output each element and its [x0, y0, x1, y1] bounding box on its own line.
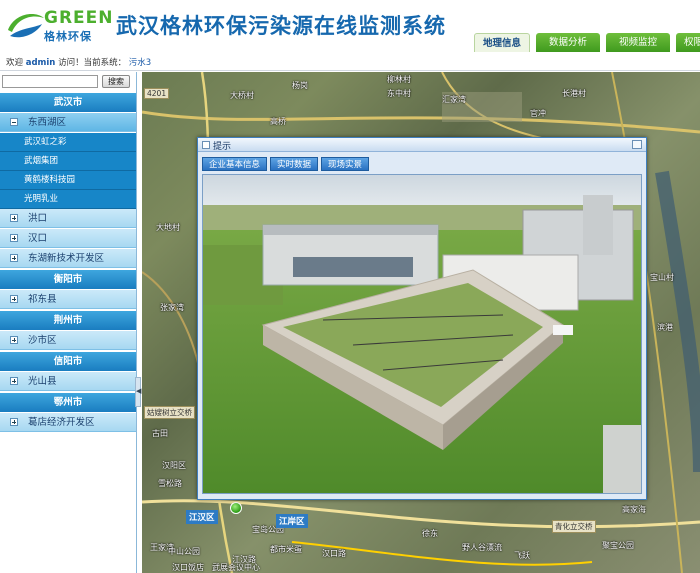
district-item-dongxihu[interactable]: 东西湖区	[0, 113, 136, 132]
expand-icon[interactable]	[10, 214, 18, 222]
logo: GREEN 格林环保	[6, 6, 113, 46]
tab-company-info[interactable]: 企业基本信息	[202, 157, 268, 171]
district-tag: 江岸区	[276, 514, 308, 528]
map-label: 长港村	[562, 89, 586, 98]
site-tree-sidebar: 搜索 武汉市 东西湖区 武汉虹之彩 武烟集团 黄鹤楼科技园 光明乳业 洪口 汉口…	[0, 72, 141, 573]
district-label: 汉口	[28, 233, 48, 244]
map-label: 滨港	[657, 323, 673, 332]
district-label: 葛店经济开发区	[28, 417, 95, 428]
site-item[interactable]: 武烟集团	[0, 152, 136, 171]
logo-swoosh-icon	[8, 14, 44, 38]
welcome-text: 欢迎 admin 访问！当前系统： 污水3	[6, 56, 151, 68]
system-title: 武汉格林环保污染源在线监测系统	[116, 14, 446, 38]
map-label: 宝山村	[650, 273, 674, 282]
map-road-label: 姑嫂树立交桥	[144, 406, 195, 419]
logo-text-en: GREEN	[44, 8, 114, 28]
treatment-plant-photo	[203, 175, 641, 493]
popup-title: 提示	[213, 142, 232, 152]
map-label: 高桥	[270, 117, 286, 126]
city-header-jingzhou[interactable]: 荆州市	[0, 311, 136, 330]
expand-icon[interactable]	[10, 254, 18, 262]
search-input[interactable]	[2, 75, 98, 88]
tab-video-monitor[interactable]: 视频监控	[606, 33, 670, 52]
sidebar-collapse-handle[interactable]: ◀	[135, 377, 141, 407]
site-item[interactable]: 武汉虹之彩	[0, 133, 136, 152]
district-item[interactable]: 汉口	[0, 229, 136, 248]
expand-icon[interactable]	[10, 377, 18, 385]
app-header: GREEN 格林环保 武汉格林环保污染源在线监测系统 地理信息 数据分析 视频监…	[0, 0, 700, 56]
main-nav-tabs: 地理信息 数据分析 视频监控 权限管	[474, 33, 700, 52]
close-icon[interactable]	[632, 140, 642, 149]
map-label: 杨岗	[292, 81, 308, 90]
monitoring-site-marker-icon[interactable]	[230, 502, 242, 514]
map-road-label: 青化立交桥	[552, 520, 596, 533]
district-label: 光山县	[28, 376, 57, 387]
map-label: 汉口路	[322, 549, 346, 558]
map-label: 徐东	[422, 529, 438, 538]
popup-tabs: 企业基本信息 实时数据 现场实景	[202, 157, 370, 171]
map-label: 野人谷漂流	[462, 543, 502, 552]
popup-titlebar[interactable]: 提示	[198, 138, 646, 152]
search-row: 搜索	[2, 75, 135, 89]
map-label: 柳林村	[387, 75, 411, 84]
welcome-prefix: 欢迎	[6, 58, 24, 68]
map-label: 都市米蛋	[270, 545, 302, 554]
map-label: 江汉路	[232, 555, 256, 564]
map-label: 大桥村	[230, 91, 254, 100]
district-label: 沙市区	[28, 335, 57, 346]
window-icon	[202, 141, 210, 149]
district-label: 东湖新技术开发区	[28, 253, 105, 264]
map-label: 张家湾	[160, 303, 184, 312]
tab-realtime-data[interactable]: 实时数据	[270, 157, 319, 171]
map-road-label: 4201	[144, 88, 170, 99]
expand-icon[interactable]	[10, 234, 18, 242]
map-label: 汉口饭店	[172, 563, 204, 572]
map-label: 汇家湾	[442, 95, 466, 104]
map-label: 大地村	[156, 223, 180, 232]
district-item[interactable]: 光山县	[0, 372, 136, 391]
district-item[interactable]: 沙市区	[0, 331, 136, 350]
site-item[interactable]: 黄鹤楼科技园	[0, 171, 136, 190]
district-item[interactable]: 洪口	[0, 209, 136, 228]
site-info-popup: 提示 企业基本信息 实时数据 现场实景	[197, 137, 647, 500]
district-label: 东西湖区	[28, 117, 67, 128]
search-button[interactable]: 搜索	[102, 75, 130, 88]
expand-icon[interactable]	[10, 295, 18, 303]
chevron-left-icon: ◀	[136, 387, 142, 395]
map-label: 官冲	[530, 109, 546, 118]
district-item[interactable]: 东湖新技术开发区	[0, 249, 136, 268]
site-item[interactable]: 光明乳业	[0, 190, 136, 209]
current-system[interactable]: 污水3	[129, 58, 151, 68]
map-label: 汉阳区	[162, 461, 186, 470]
district-label: 祁东县	[28, 294, 57, 305]
map-label: 中山公园	[168, 547, 200, 556]
site-photo	[202, 174, 642, 494]
current-user: admin	[25, 58, 56, 68]
expand-icon[interactable]	[10, 418, 18, 426]
tab-data-analysis[interactable]: 数据分析	[536, 33, 600, 52]
collapse-icon[interactable]	[10, 118, 18, 126]
city-header-xinyang[interactable]: 信阳市	[0, 352, 136, 371]
tab-permissions[interactable]: 权限管	[676, 33, 700, 52]
expand-icon[interactable]	[10, 336, 18, 344]
tab-geo-info[interactable]: 地理信息	[474, 33, 530, 52]
map-label: 聚宝公园	[602, 541, 634, 550]
map-label: 飞跃	[514, 551, 530, 560]
map-label: 高家海	[622, 505, 646, 514]
city-header-wuhan[interactable]: 武汉市	[0, 93, 136, 112]
map-label: 东中村	[387, 89, 411, 98]
district-item[interactable]: 祁东县	[0, 290, 136, 309]
city-header-ezhou[interactable]: 鄂州市	[0, 393, 136, 412]
map-label: 古田	[152, 429, 168, 438]
logo-text-cn: 格林环保	[44, 30, 92, 43]
status-bar: 欢迎 admin 访问！当前系统： 污水3	[0, 55, 700, 71]
district-tag: 江汉区	[186, 510, 218, 524]
welcome-suffix: 访问！当前系统：	[58, 58, 127, 68]
district-label: 洪口	[28, 213, 48, 224]
tab-site-photo[interactable]: 现场实景	[321, 157, 370, 171]
map-label: 雪松路	[158, 479, 182, 488]
district-item[interactable]: 葛店经济开发区	[0, 413, 136, 432]
city-header-hengyang[interactable]: 衡阳市	[0, 270, 136, 289]
